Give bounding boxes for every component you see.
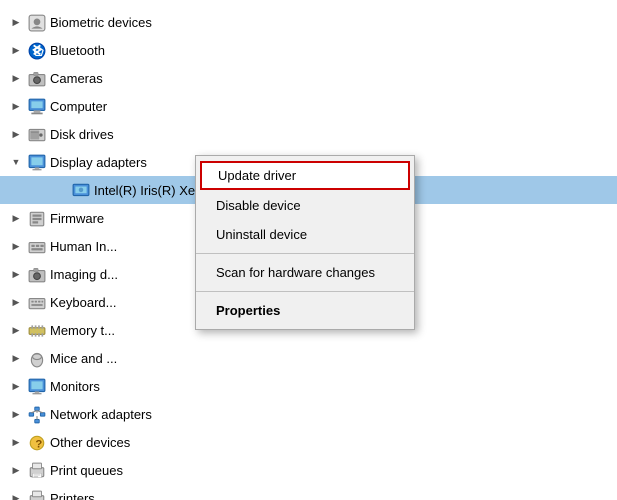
icon-display xyxy=(28,154,46,170)
label-monitors: Monitors xyxy=(50,379,100,394)
icon-human xyxy=(28,238,46,254)
icon-print xyxy=(28,462,46,478)
tree-item-network[interactable]: Network adapters xyxy=(0,400,617,428)
expand-arrow-firmware[interactable] xyxy=(8,210,24,226)
tree-item-print[interactable]: Print queues xyxy=(0,456,617,484)
icon-firmware xyxy=(28,210,46,226)
label-printers: Printers xyxy=(50,491,95,500)
tree-item-disk[interactable]: Disk drives xyxy=(0,120,617,148)
tree-item-bluetooth[interactable]: ⬠ Bluetooth xyxy=(0,36,617,64)
icon-mice xyxy=(28,350,46,366)
icon-network xyxy=(28,406,46,422)
menu-item-disable[interactable]: Disable device xyxy=(196,191,414,220)
tree-item-cameras[interactable]: Cameras xyxy=(0,64,617,92)
expand-arrow-display[interactable] xyxy=(8,154,24,170)
menu-item-update[interactable]: Update driver xyxy=(200,161,410,190)
expand-arrow-disk[interactable] xyxy=(8,126,24,142)
icon-imaging xyxy=(28,266,46,282)
icon-disk xyxy=(28,126,46,142)
tree-item-mice[interactable]: Mice and ... xyxy=(0,344,617,372)
expand-arrow-biometric[interactable] xyxy=(8,14,24,30)
menu-item-uninstall[interactable]: Uninstall device xyxy=(196,220,414,249)
label-imaging: Imaging d... xyxy=(50,267,118,282)
icon-memory xyxy=(28,322,46,338)
expand-arrow-keyboard[interactable] xyxy=(8,294,24,310)
menu-divider-2 xyxy=(196,291,414,292)
label-bluetooth: Bluetooth xyxy=(50,43,105,58)
expand-arrow-monitors[interactable] xyxy=(8,378,24,394)
icon-printers xyxy=(28,490,46,500)
icon-graphics xyxy=(72,182,90,198)
tree-item-printers[interactable]: Printers xyxy=(0,484,617,500)
expand-arrow-bluetooth[interactable] xyxy=(8,42,24,58)
expand-arrow-memory[interactable] xyxy=(8,322,24,338)
tree-item-monitors[interactable]: Monitors xyxy=(0,372,617,400)
label-keyboard: Keyboard... xyxy=(50,295,117,310)
expand-arrow-computer[interactable] xyxy=(8,98,24,114)
label-cameras: Cameras xyxy=(50,71,103,86)
label-biometric: Biometric devices xyxy=(50,15,152,30)
icon-keyboard xyxy=(28,294,46,310)
label-display: Display adapters xyxy=(50,155,147,170)
expand-arrow-mice[interactable] xyxy=(8,350,24,366)
icon-other: ? xyxy=(28,434,46,450)
icon-monitors xyxy=(28,378,46,394)
label-other: Other devices xyxy=(50,435,130,450)
expand-arrow-printers[interactable] xyxy=(8,490,24,500)
label-firmware: Firmware xyxy=(50,211,104,226)
expand-arrow-human[interactable] xyxy=(8,238,24,254)
label-computer: Computer xyxy=(50,99,107,114)
tree-item-biometric[interactable]: Biometric devices xyxy=(0,8,617,36)
expand-arrow-network[interactable] xyxy=(8,406,24,422)
icon-computer xyxy=(28,98,46,114)
label-disk: Disk drives xyxy=(50,127,114,142)
label-memory: Memory t... xyxy=(50,323,115,338)
label-human: Human In... xyxy=(50,239,117,254)
label-mice: Mice and ... xyxy=(50,351,117,366)
tree-item-computer[interactable]: Computer xyxy=(0,92,617,120)
label-print: Print queues xyxy=(50,463,123,478)
menu-item-properties[interactable]: Properties xyxy=(196,296,414,325)
icon-bluetooth: ⬠ xyxy=(28,42,46,58)
expand-arrow-imaging[interactable] xyxy=(8,266,24,282)
icon-cameras xyxy=(28,70,46,86)
expand-arrow-other[interactable] xyxy=(8,434,24,450)
label-network: Network adapters xyxy=(50,407,152,422)
expand-arrow-cameras[interactable] xyxy=(8,70,24,86)
expand-arrow-print[interactable] xyxy=(8,462,24,478)
icon-biometric xyxy=(28,14,46,30)
svg-text:?: ? xyxy=(35,439,42,451)
context-menu: Update driver Disable device Uninstall d… xyxy=(195,155,415,330)
menu-divider-1 xyxy=(196,253,414,254)
menu-item-scan[interactable]: Scan for hardware changes xyxy=(196,258,414,287)
tree-item-other[interactable]: ? Other devices xyxy=(0,428,617,456)
